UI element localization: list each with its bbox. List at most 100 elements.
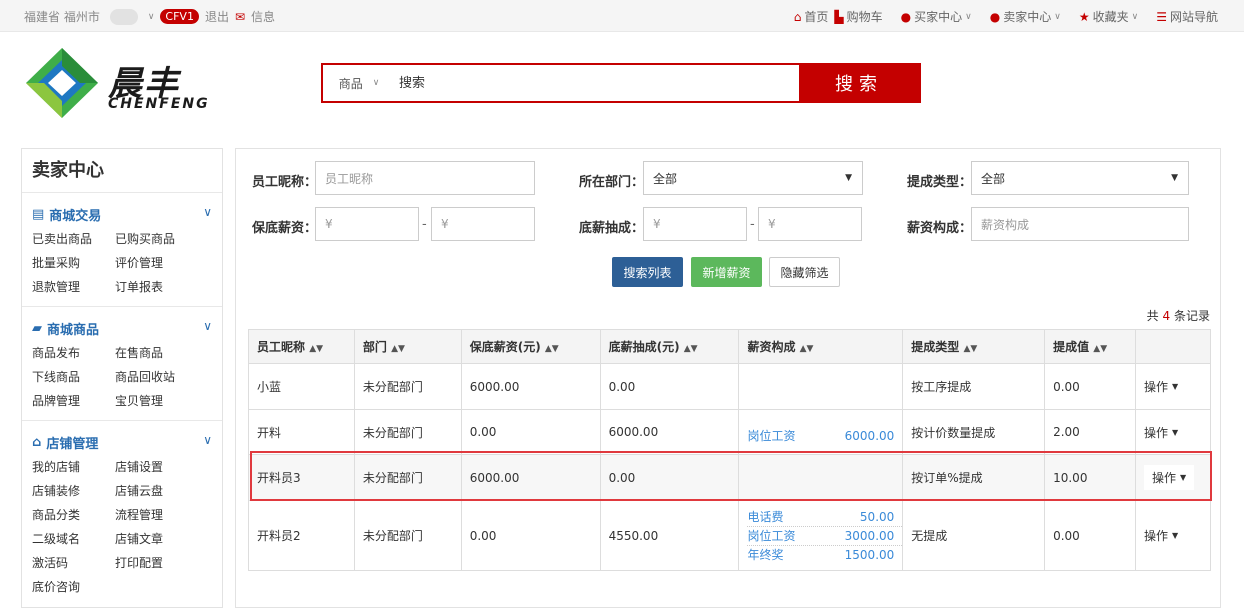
sidebar-link[interactable]: 商品回收站 <box>115 368 205 386</box>
sidebar-group-title[interactable]: ⌂ 店铺管理 <box>32 433 212 452</box>
buyer-center-menu[interactable]: ● 买家中心 ∨ <box>901 8 972 25</box>
ops-dropdown[interactable]: 操作 ▼ <box>1144 465 1195 490</box>
sidebar-link[interactable]: 批量采购 <box>32 254 115 272</box>
sidebar-link[interactable]: 底价咨询 <box>32 578 115 596</box>
ops-dropdown[interactable]: 操作 ▼ <box>1144 424 1178 441</box>
city-blur <box>109 8 138 25</box>
cell-name: 开料 <box>248 409 355 455</box>
home-link[interactable]: ⌂ 首页 <box>794 8 829 25</box>
cell-ops: 操作 ▼ <box>1135 409 1211 455</box>
column-header[interactable]: 底薪抽成(元) ▲▼ <box>599 329 740 364</box>
sort-icon: ▲▼ <box>544 344 559 354</box>
search-button[interactable]: 搜索 <box>799 65 919 101</box>
sort-icon: ▲▼ <box>683 344 698 354</box>
cell-type: 无提成 <box>902 500 1046 571</box>
range-separator: - <box>750 217 755 232</box>
base-commission-label: 底薪抽成： <box>579 221 645 236</box>
column-header[interactable]: 员工昵称 ▲▼ <box>248 329 355 364</box>
favorites-menu[interactable]: ★ 收藏夹 ∨ <box>1079 8 1138 25</box>
cart-icon: ▙ <box>834 9 844 24</box>
sidebar-link[interactable]: 已卖出商品 <box>32 230 115 248</box>
column-header[interactable]: 部门 ▲▼ <box>353 329 462 364</box>
sidebar-link[interactable]: 激活码 <box>32 554 115 572</box>
seller-center-label: 卖家中心 <box>1003 10 1052 24</box>
list-icon: ☰ <box>1156 9 1167 24</box>
logo[interactable]: 晨丰 CHENFENG <box>22 46 222 122</box>
column-header[interactable]: 薪资构成 ▲▼ <box>738 329 904 364</box>
sidebar-link[interactable]: 商品分类 <box>32 506 115 524</box>
base-salary-max[interactable]: ¥ <box>431 207 535 241</box>
composition-input[interactable]: 薪资构成 <box>971 207 1189 241</box>
sidebar-link[interactable]: 商品发布 <box>32 344 115 362</box>
cart-link[interactable]: ▙ 购物车 <box>834 8 882 25</box>
cell-dept: 未分配部门 <box>353 454 462 501</box>
record-count: 共 4 条记录 <box>1147 307 1210 324</box>
sidebar-link[interactable]: 流程管理 <box>115 506 205 524</box>
column-header[interactable]: 提成类型 ▲▼ <box>902 329 1046 364</box>
search-list-button[interactable]: 搜索列表 <box>612 257 683 287</box>
search-input[interactable] <box>395 65 799 101</box>
truck-icon: ▰ <box>32 321 42 336</box>
user-badge[interactable]: CFV1 <box>160 9 199 24</box>
salary-table: 员工昵称 ▲▼ 部门 ▲▼ 保底薪资(元) ▲▼ 底薪抽成(元) ▲▼ 薪资构成… <box>248 329 1211 571</box>
seller-center-menu[interactable]: ● 卖家中心 ∨ <box>990 8 1061 25</box>
sidebar-link[interactable]: 已购买商品 <box>115 230 205 248</box>
sidebar-link[interactable]: 我的店铺 <box>32 458 115 476</box>
hide-filter-button[interactable]: 隐藏筛选 <box>769 257 840 287</box>
sidebar-group-shop: ⌂ 店铺管理 ∨ 我的店铺 店铺设置 店铺装修 店铺云盘 商品分类 流程管理 二级… <box>22 421 222 606</box>
ops-dropdown[interactable]: 操作 ▼ <box>1144 527 1178 544</box>
composition-item: 岗位工资 3000.00 <box>747 527 903 546</box>
column-header-label: 保底薪资(元) <box>469 340 541 354</box>
nickname-input[interactable]: 员工昵称 <box>315 161 535 195</box>
chevron-down-icon[interactable]: ∨ <box>203 433 212 447</box>
sidebar-link[interactable]: 二级域名 <box>32 530 115 548</box>
sidebar-link[interactable]: 品牌管理 <box>32 392 115 410</box>
count-prefix: 共 <box>1146 309 1159 323</box>
column-header[interactable]: 提成值 ▲▼ <box>1044 329 1136 364</box>
cell-commission: 6000.00 <box>599 409 740 455</box>
logout-link[interactable]: 退出 <box>205 8 229 25</box>
search-category-select[interactable]: 商品 ∨ <box>323 65 395 101</box>
cell-value: 2.00 <box>1044 409 1136 455</box>
dept-select[interactable]: 全部 ▼ <box>643 161 863 195</box>
base-salary-min[interactable]: ¥ <box>315 207 419 241</box>
sidebar-link[interactable]: 店铺云盘 <box>115 482 205 500</box>
site-nav-menu[interactable]: ☰ 网站导航 <box>1156 8 1218 25</box>
column-header <box>1135 329 1211 364</box>
base-commission-min[interactable]: ¥ <box>643 207 747 241</box>
buyer-center-label: 买家中心 <box>914 10 963 24</box>
sidebar-link[interactable]: 下线商品 <box>32 368 115 386</box>
sidebar-link[interactable]: 评价管理 <box>115 254 205 272</box>
location-text[interactable]: 福建省 福州市 <box>24 8 100 25</box>
sidebar-link[interactable]: 店铺装修 <box>32 482 115 500</box>
ops-dropdown[interactable]: 操作 ▼ <box>1144 378 1178 395</box>
composition-item: 电话费 50.00 <box>747 508 903 527</box>
commission-type-select[interactable]: 全部 ▼ <box>971 161 1189 195</box>
star-icon: ★ <box>1078 9 1090 24</box>
chevron-down-icon[interactable]: ∨ <box>148 12 155 22</box>
sidebar-link[interactable]: 宝贝管理 <box>115 392 205 410</box>
sidebar-link[interactable]: 退款管理 <box>32 278 115 296</box>
column-header-label: 提成值 <box>1053 340 1090 354</box>
chevron-down-icon[interactable]: ∨ <box>203 205 212 219</box>
ops-label: 操作 <box>1144 380 1169 394</box>
sidebar-link[interactable]: 店铺文章 <box>115 530 205 548</box>
add-salary-button[interactable]: 新增薪资 <box>691 257 762 287</box>
sidebar-link[interactable]: 打印配置 <box>115 554 205 572</box>
message-link[interactable]: 信息 <box>251 8 275 25</box>
chevron-down-icon[interactable]: ∨ <box>203 319 212 333</box>
group-label: 商城交易 <box>49 209 102 224</box>
sidebar-link[interactable]: 店铺设置 <box>115 458 205 476</box>
sidebar-group-title[interactable]: ▰ 商城商品 <box>32 319 212 338</box>
composition-item-name: 岗位工资 <box>747 528 796 543</box>
sidebar-link[interactable]: 在售商品 <box>115 344 205 362</box>
composition-item-amount: 6000.00 <box>844 429 895 443</box>
cell-commission: 4550.00 <box>599 500 740 571</box>
cell-dept: 未分配部门 <box>353 500 462 571</box>
sidebar-group-title[interactable]: ▤ 商城交易 <box>32 205 212 224</box>
cell-type: 按工序提成 <box>902 363 1046 410</box>
base-commission-max[interactable]: ¥ <box>758 207 862 241</box>
column-header[interactable]: 保底薪资(元) ▲▼ <box>460 329 601 364</box>
cart-label: 购物车 <box>846 10 883 24</box>
sidebar-link[interactable]: 订单报表 <box>115 278 205 296</box>
